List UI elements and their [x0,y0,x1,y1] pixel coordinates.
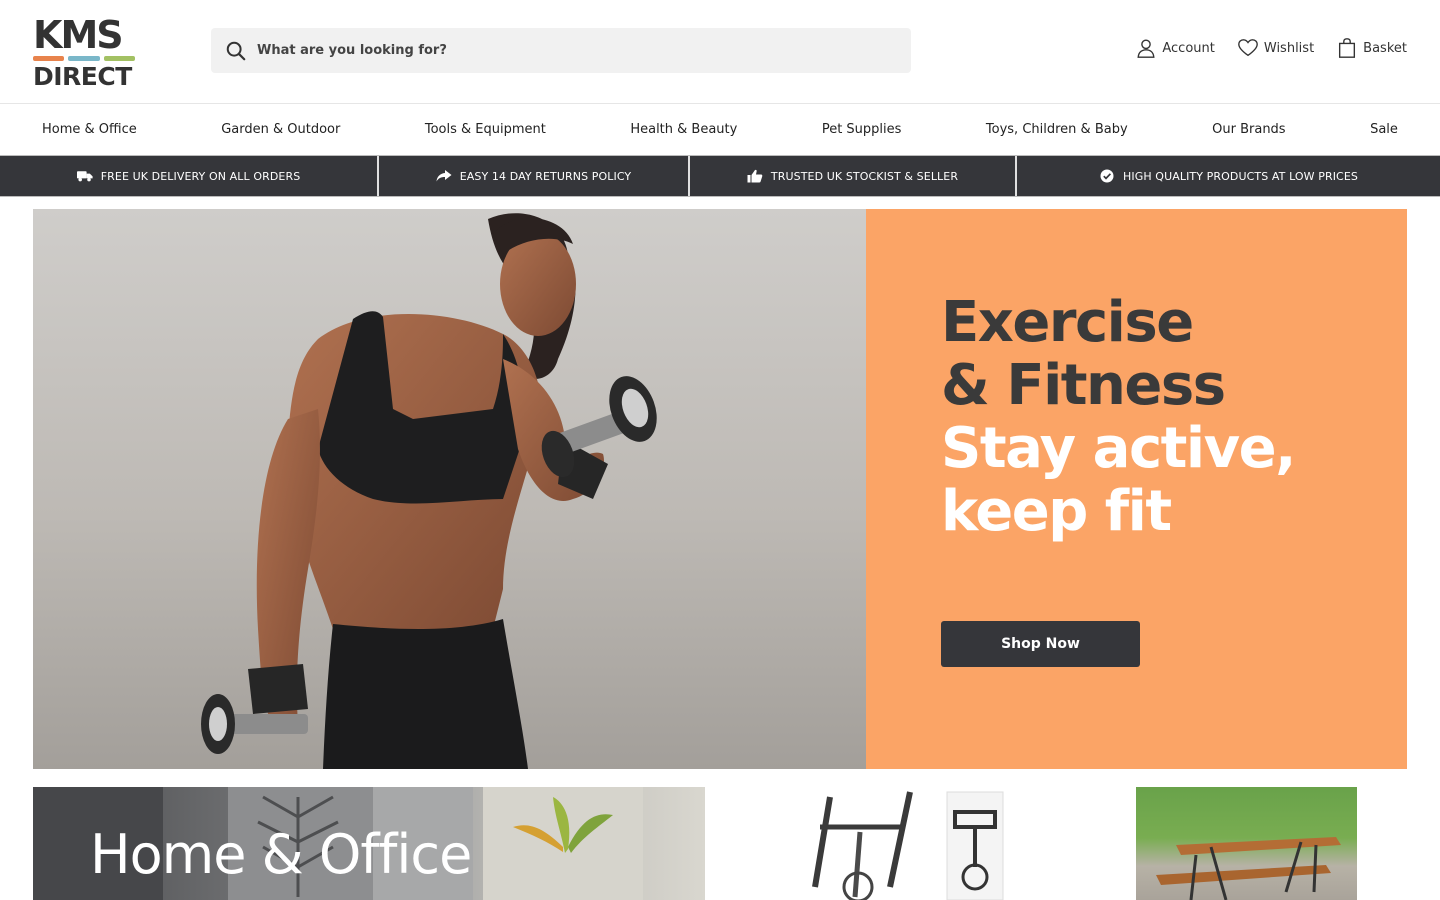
usp-trusted-text: TRUSTED UK STOCKIST & SELLER [770,169,959,183]
hero-title: Exercise & Fitness [941,290,1226,418]
usp-quality-text: HIGH QUALITY PRODUCTS AT LOW PRICES [1123,169,1358,183]
woman-with-dumbbells-illustration [201,213,657,769]
heart-icon [1238,39,1258,57]
tool-stand-photo [790,787,1005,900]
usp-returns: EASY 14 DAY RETURNS POLICY [379,156,690,196]
wishlist-link[interactable]: Wishlist [1237,37,1314,59]
hero-subtitle: Stay active, keep fit [941,416,1296,544]
picnic-bench-photo [1156,837,1341,900]
account-link[interactable]: Account [1135,37,1215,59]
basket-icon [1339,38,1356,58]
search-icon[interactable] [225,40,247,62]
home-office-tile-title: Home & Office [90,823,472,886]
kms-direct-logo[interactable]: KMS DIRECT [33,16,135,90]
hero-title-line-2: & Fitness [941,353,1226,418]
account-label: Account [1162,40,1215,56]
shop-now-button[interactable]: Shop Now [941,621,1140,667]
nav-item-our-brands[interactable]: Our Brands [1212,122,1285,137]
thumbs-up-icon [747,169,763,183]
tools-product-tile[interactable] [790,787,1005,900]
home-office-tile[interactable]: Home & Office [33,787,705,900]
nav-item-home-office[interactable]: Home & Office [42,122,137,137]
hero-subtitle-line-1: Stay active, [941,416,1296,481]
nav-item-pet-supplies[interactable]: Pet Supplies [822,122,902,137]
logo-line-2: DIRECT [33,62,132,91]
nav-item-tools-equipment[interactable]: Tools & Equipment [425,122,546,137]
nav-item-garden-outdoor[interactable]: Garden & Outdoor [221,122,340,137]
hero-subtitle-line-2: keep fit [941,479,1172,544]
usp-quality: HIGH QUALITY PRODUCTS AT LOW PRICES [1017,156,1440,196]
logo-line-1: KMS [33,13,124,57]
hero-title-line-1: Exercise [941,290,1194,355]
garden-bench-tile[interactable] [1136,787,1357,900]
header-utilities: Account Wishlist Basket [1135,36,1407,60]
nav-item-toys-children-baby[interactable]: Toys, Children & Baby [986,122,1128,137]
user-icon [1137,39,1155,58]
nav-item-health-beauty[interactable]: Health & Beauty [630,122,737,137]
logo-stripe-orange [33,56,65,61]
usp-returns-text: EASY 14 DAY RETURNS POLICY [459,169,632,183]
search-input[interactable] [257,28,911,73]
usp-delivery-text: FREE UK DELIVERY ON ALL ORDERS [100,169,301,183]
basket-link[interactable]: Basket [1336,37,1407,59]
usp-bar: FREE UK DELIVERY ON ALL ORDERS EASY 14 D… [0,155,1440,197]
logo-stripes [33,56,135,61]
nav-item-sale[interactable]: Sale [1370,122,1398,137]
hero-text-panel: Exercise & Fitness Stay active, keep fit… [866,209,1407,769]
main-navigation: Home & Office Garden & Outdoor Tools & E… [0,104,1440,155]
site-header: KMS DIRECT Account Wishlist [0,0,1440,104]
hero-banner[interactable]: Exercise & Fitness Stay active, keep fit… [33,209,1407,769]
check-circle-icon [1100,169,1114,183]
logo-stripe-green [103,56,135,61]
usp-trusted: TRUSTED UK STOCKIST & SELLER [690,156,1017,196]
share-arrow-icon [436,170,452,182]
hero-fitness-photo [33,209,866,769]
truck-icon [76,171,93,182]
basket-label: Basket [1363,40,1407,56]
search-bar [211,28,911,73]
usp-delivery: FREE UK DELIVERY ON ALL ORDERS [0,156,379,196]
logo-stripe-blue [68,56,100,61]
wishlist-label: Wishlist [1263,40,1315,56]
